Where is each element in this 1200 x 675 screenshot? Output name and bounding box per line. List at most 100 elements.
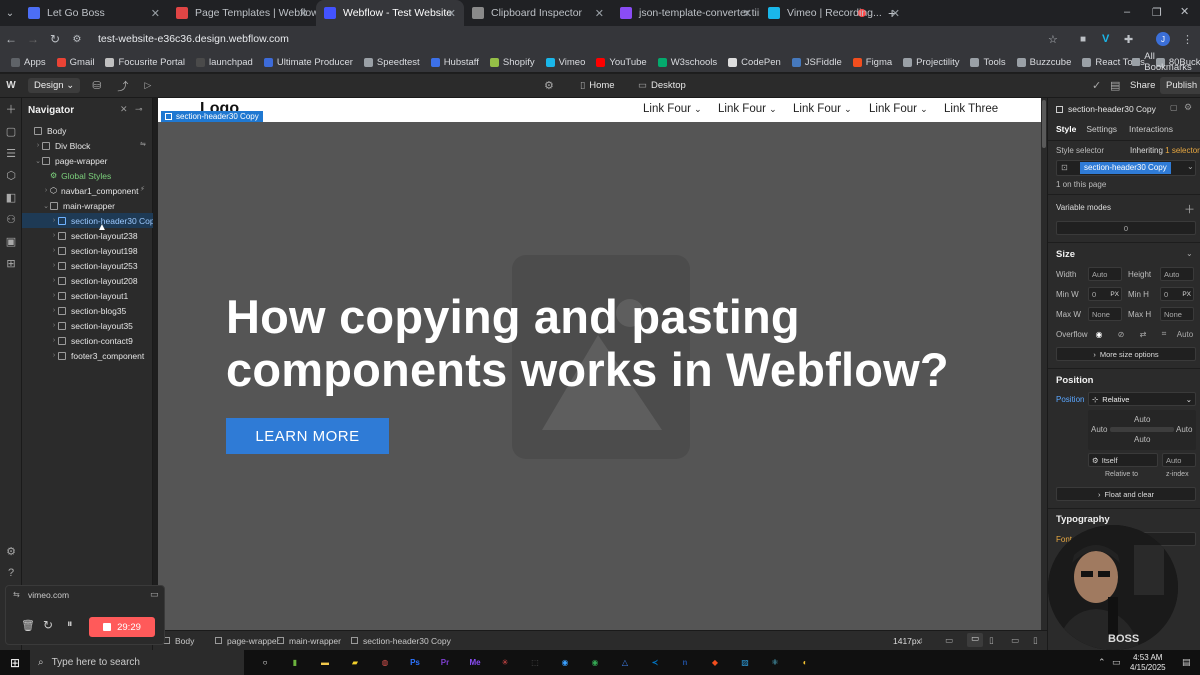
comments-icon[interactable]: ▤ xyxy=(1110,79,1120,92)
tab-search-icon[interactable]: ⌄ xyxy=(0,8,20,19)
variable-mode-value[interactable]: 0 xyxy=(1056,221,1196,235)
tab-close-icon[interactable]: ✕ xyxy=(743,7,752,20)
delete-recording-icon[interactable]: 🗑 xyxy=(21,619,35,632)
navigator-item[interactable]: ⚙ Global Styles xyxy=(22,168,153,183)
breakpoint-landscape-icon[interactable]: ▭ xyxy=(1011,635,1019,646)
height-input[interactable]: Auto xyxy=(1160,267,1194,281)
navigator-item[interactable]: ⌄ main-wrapper xyxy=(22,198,153,213)
assets-icon[interactable]: ▣ xyxy=(0,230,22,252)
stats-icon[interactable]: ▮ xyxy=(284,655,306,671)
hero-section[interactable]: Logo Link Four ⌄ Link Four ⌄ Link Four ⌄ Li… xyxy=(158,98,1043,630)
figma-icon[interactable]: ◆ xyxy=(704,655,726,671)
expand-caret-icon[interactable]: ⌄ xyxy=(34,157,42,165)
navigator-item[interactable]: › section-header30 Copy xyxy=(22,213,159,228)
expand-caret-icon[interactable]: › xyxy=(50,292,58,299)
tab-close-icon[interactable]: ✕ xyxy=(447,7,456,20)
width-input[interactable]: Auto xyxy=(1088,267,1122,281)
breadcrumb-item[interactable]: Body xyxy=(163,636,194,646)
navigator-item[interactable]: › section-layout253 xyxy=(22,258,153,273)
vimeo-extension-icon[interactable]: V xyxy=(1102,33,1109,45)
designer-canvas[interactable]: Logo Link Four ⌄ Link Four ⌄ Link Four ⌄ Li… xyxy=(153,98,1047,630)
notifications-icon[interactable]: ▤ xyxy=(1182,657,1191,668)
expand-caret-icon[interactable]: ⌄ xyxy=(42,202,50,210)
bookmark-item[interactable]: Focusrite Portal xyxy=(105,57,185,68)
add-element-icon[interactable]: ＋ xyxy=(0,98,22,120)
clock[interactable]: 4:53 AM 4/15/2025 xyxy=(1130,653,1166,673)
expand-caret-icon[interactable]: › xyxy=(42,187,50,194)
tab-interactions[interactable]: Interactions xyxy=(1129,124,1173,134)
float-and-clear-button[interactable]: › Float and clear xyxy=(1056,487,1196,501)
class-selector-field[interactable]: ⊡ section-header30 Copy ⌄ xyxy=(1056,160,1196,176)
photos-icon[interactable]: ▨ xyxy=(734,655,756,671)
navigator-item[interactable]: Body xyxy=(22,123,153,138)
vimeo-settings-icon[interactable]: ⇆ xyxy=(13,590,20,599)
tab-close-icon[interactable]: ✕ xyxy=(299,7,308,20)
site-info-icon[interactable]: ⚙ xyxy=(66,34,88,45)
nav-link[interactable]: Link Four ⌄ xyxy=(869,103,928,115)
offset-top[interactable]: Auto xyxy=(1134,415,1150,424)
checkmark-icon[interactable]: ✓ xyxy=(1092,79,1101,92)
navigator-item[interactable]: › section-layout238 xyxy=(22,228,153,243)
tab-close-icon[interactable]: ✕ xyxy=(595,7,604,20)
extension-icon[interactable]: ■ xyxy=(1080,34,1086,45)
add-variable-mode-icon[interactable]: ＋ xyxy=(1184,201,1195,217)
bookmark-item[interactable]: Figma xyxy=(852,57,892,68)
browser-tab[interactable]: Page Templates | Webflow Libr✕ xyxy=(168,0,316,26)
inheriting-label[interactable]: Inheriting 1 selector xyxy=(1130,146,1200,155)
taskbar-app-icon[interactable]: ⬚ xyxy=(524,655,546,671)
nav-link[interactable]: Link Three xyxy=(944,103,998,115)
file-explorer-icon[interactable]: ▬ xyxy=(314,655,336,671)
browser-tab[interactable]: Let Go Boss ✕ xyxy=(20,0,168,26)
components-icon[interactable]: ⬡ xyxy=(0,164,22,186)
address-bar-url[interactable]: test-website-e36c36.design.webflow.com xyxy=(98,33,289,45)
browser-tab[interactable]: json-template-converter.tiiny.s✕ xyxy=(612,0,760,26)
visibility-toggle-icon[interactable]: ⇋ xyxy=(140,140,146,148)
sticky-notes-icon[interactable]: ▰ xyxy=(344,655,366,671)
all-bookmarks-link[interactable]: All Bookmarks xyxy=(1132,51,1200,73)
bookmark-item[interactable]: Hubstaff xyxy=(430,57,479,68)
tab-settings[interactable]: Settings xyxy=(1086,124,1117,134)
expand-caret-icon[interactable]: › xyxy=(50,352,58,359)
windows-start-icon[interactable]: ⊞ xyxy=(0,656,30,670)
browser-tab[interactable]: Vimeo | Recording... ✕ xyxy=(760,0,908,26)
breadcrumb-item[interactable]: main-wrapper xyxy=(277,636,341,646)
hero-heading[interactable]: How copying and pasting components works… xyxy=(226,290,1006,396)
min-width-input[interactable]: 0 PX xyxy=(1088,287,1122,301)
expand-caret-icon[interactable]: › xyxy=(34,142,42,149)
navigator-item[interactable]: › section-blog35 xyxy=(22,303,153,318)
tab-close-icon[interactable]: ✕ xyxy=(151,7,160,20)
overflow-clip-icon[interactable]: ⌗ xyxy=(1154,329,1174,339)
overflow-auto-option[interactable]: Auto xyxy=(1174,330,1196,339)
learn-more-button[interactable]: LEARN MORE xyxy=(226,418,389,454)
chrome-profile-icon[interactable]: ◉ xyxy=(584,655,606,671)
typography-section-title[interactable]: Typography xyxy=(1056,514,1110,525)
position-section-title[interactable]: Position xyxy=(1056,375,1093,386)
webflow-logo-icon[interactable]: W xyxy=(0,80,22,91)
restore-window-icon[interactable]: ❐ xyxy=(1152,6,1162,19)
share-button[interactable]: Share xyxy=(1130,80,1155,91)
expand-caret-icon[interactable]: › xyxy=(50,262,58,269)
analyze-icon[interactable]: ⤴ xyxy=(117,78,128,94)
navigator-item[interactable]: › section-contact9 xyxy=(22,333,153,348)
cms-icon[interactable]: ⛁ xyxy=(92,79,101,92)
collapse-all-icon[interactable]: ✕ xyxy=(120,104,128,115)
bookmark-item[interactable]: JSFiddle xyxy=(791,57,842,68)
navigator-icon[interactable]: ☰ xyxy=(0,142,22,164)
reload-icon[interactable]: ↻ xyxy=(44,32,66,46)
restart-recording-icon[interactable]: ↻ xyxy=(43,618,53,632)
class-chip[interactable]: section-header30 Copy xyxy=(1080,162,1171,174)
bookmark-item[interactable]: launchpad xyxy=(196,57,253,68)
taskbar-app-icon[interactable]: ◐ xyxy=(794,655,816,671)
navigator-item[interactable]: › footer3_component xyxy=(22,348,153,363)
close-window-icon[interactable]: ✕ xyxy=(1180,5,1189,18)
breakpoint-desktop-icon[interactable]: ▭ xyxy=(945,635,953,646)
breadcrumb-item[interactable]: page-wrapper xyxy=(215,636,279,646)
vscode-icon[interactable]: ≺ xyxy=(644,655,666,671)
size-chevron-icon[interactable]: ⌄ xyxy=(1186,249,1193,258)
network-icon[interactable]: ▭ xyxy=(1112,657,1121,668)
navigator-item[interactable]: ⌄ page-wrapper xyxy=(22,153,153,168)
site-navbar[interactable]: Logo Link Four ⌄ Link Four ⌄ Link Four ⌄ Li… xyxy=(158,98,1043,122)
mode-selector[interactable]: Design ⌄ xyxy=(28,78,81,93)
size-section-title[interactable]: Size xyxy=(1056,249,1075,260)
navigator-item[interactable]: › section-layout198 xyxy=(22,243,153,258)
